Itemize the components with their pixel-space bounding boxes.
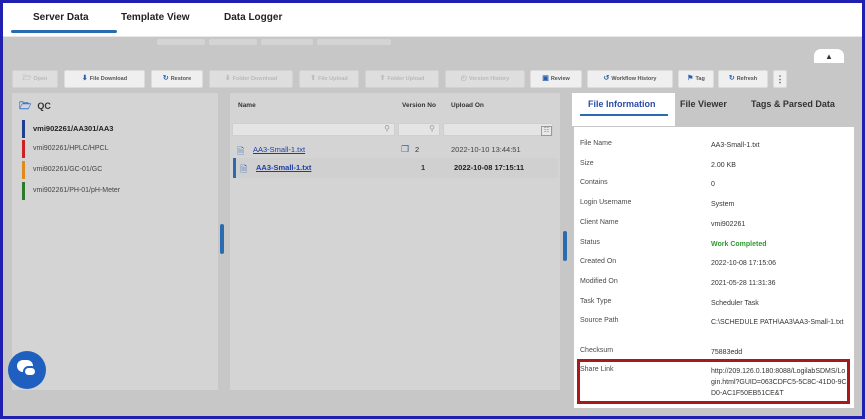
tag-button[interactable]: ⚑ Tag — [678, 70, 714, 88]
tab-data-logger[interactable]: Data Logger — [224, 12, 282, 23]
tab-server-data[interactable]: Server Data — [11, 12, 116, 33]
faint-placeholder — [317, 39, 391, 45]
calendar-icon[interactable]: ☷ — [541, 126, 552, 136]
more-vertical-icon: ⋮ — [775, 74, 785, 84]
history-icon: ◴ — [460, 75, 467, 82]
upload-icon: ⬆ — [310, 75, 317, 82]
chevron-up-icon: ▲ — [825, 52, 833, 61]
tab-template-view[interactable]: Template View — [121, 12, 190, 23]
search-icon: ⚲ — [429, 124, 435, 133]
restore-button[interactable]: ↻ Restore — [151, 70, 203, 88]
upload-date: 2022-10-08 17:15:11 — [454, 163, 525, 172]
status-badge: Work Completed — [711, 241, 767, 248]
version-history-button[interactable]: ◴ Version History — [445, 70, 525, 88]
splitter-handle[interactable] — [563, 231, 567, 261]
chat-button[interactable] — [8, 351, 46, 389]
restore-icon: ↻ — [162, 75, 169, 82]
file-name-link[interactable]: AA3-Small-1.txt — [253, 145, 305, 154]
faint-placeholder — [157, 39, 205, 45]
file-download-button[interactable]: ⬇ File Download — [64, 70, 145, 88]
folder-item-gc[interactable]: vmi902261/GC-01/GC — [22, 161, 212, 179]
folder-open-icon: 🗁 — [19, 101, 32, 112]
name-filter-input[interactable]: ⚲ — [232, 123, 395, 136]
folder-item-ph-meter[interactable]: vmi902261/PH-01/pH-Meter — [22, 182, 212, 200]
tab-file-viewer[interactable]: File Viewer — [680, 99, 727, 109]
table-row[interactable]: 🗎 AA3-Small-1.txt ❐ 2 2022-10-10 13:44:5… — [233, 140, 558, 160]
collapse-panel-button[interactable]: ▲ — [814, 49, 844, 63]
upload-date: 2022-10-10 13:44:51 — [451, 145, 521, 154]
open-button[interactable]: 🗁 Open — [12, 70, 58, 88]
download-icon: ⬇ — [81, 75, 88, 82]
version-number: 2 — [415, 145, 420, 154]
review-icon: ▣ — [542, 75, 549, 82]
folder-upload-icon: ⬆ — [379, 75, 386, 82]
tab-file-information[interactable]: File Information — [588, 99, 656, 109]
folder-item-hplc[interactable]: vmi902261/HPLC/HPCL — [22, 140, 212, 158]
column-header-version[interactable]: Version No — [402, 102, 436, 109]
root-folder[interactable]: 🗁 QC — [19, 99, 51, 116]
folder-item-aa3[interactable]: vmi902261/AA301/AA3 — [22, 120, 212, 138]
top-tab-bar: Server Data Template View Data Logger — [3, 3, 862, 37]
upload-filter-input[interactable] — [443, 123, 553, 136]
folder-download-button[interactable]: ⬇ Folder Download — [209, 70, 293, 88]
folder-upload-button[interactable]: ⬆ Folder Upload — [365, 70, 439, 88]
splitter-handle[interactable] — [220, 224, 224, 254]
refresh-button[interactable]: ↻ Refresh — [718, 70, 768, 88]
version-filter-input[interactable]: ⚲ — [398, 123, 440, 136]
search-icon: ⚲ — [384, 124, 390, 133]
column-header-upload[interactable]: Upload On — [451, 102, 484, 109]
share-link-highlight — [577, 359, 850, 404]
file-upload-button[interactable]: ⬆ File Upload — [299, 70, 359, 88]
faint-placeholder — [209, 39, 257, 45]
faint-placeholder — [261, 39, 313, 45]
file-name-link[interactable]: AA3-Small-1.txt — [256, 163, 311, 172]
folder-tree-panel: 🗁 QC vmi902261/AA301/AA3 vmi902261/HPLC/H… — [12, 93, 218, 390]
detail-tab-bar: File Information File Viewer Tags & Pars… — [572, 93, 857, 126]
review-button[interactable]: ▣ Review — [530, 70, 582, 88]
version-number: 1 — [421, 163, 426, 172]
tag-icon: ⚑ — [687, 75, 694, 82]
workflow-history-button[interactable]: ↺ Workflow History — [587, 70, 673, 88]
versions-icon[interactable]: ❐ — [401, 144, 409, 155]
workflow-icon: ↺ — [603, 75, 610, 82]
column-header-name[interactable]: Name — [238, 102, 256, 109]
table-row-selected[interactable]: 🗎 AA3-Small-1.txt 1 2022-10-08 17:15:11 — [233, 158, 558, 178]
folder-download-icon: ⬇ — [224, 75, 231, 82]
folder-open-icon: 🗁 — [22, 75, 32, 82]
refresh-icon: ↻ — [728, 75, 735, 82]
tab-tags-parsed-data[interactable]: Tags & Parsed Data — [751, 99, 835, 109]
file-list-panel: Name Version No Upload On ⚲ ⚲ — [230, 93, 560, 390]
more-options-button[interactable]: ⋮ — [773, 70, 787, 88]
document-icon: 🗎 — [240, 164, 248, 174]
